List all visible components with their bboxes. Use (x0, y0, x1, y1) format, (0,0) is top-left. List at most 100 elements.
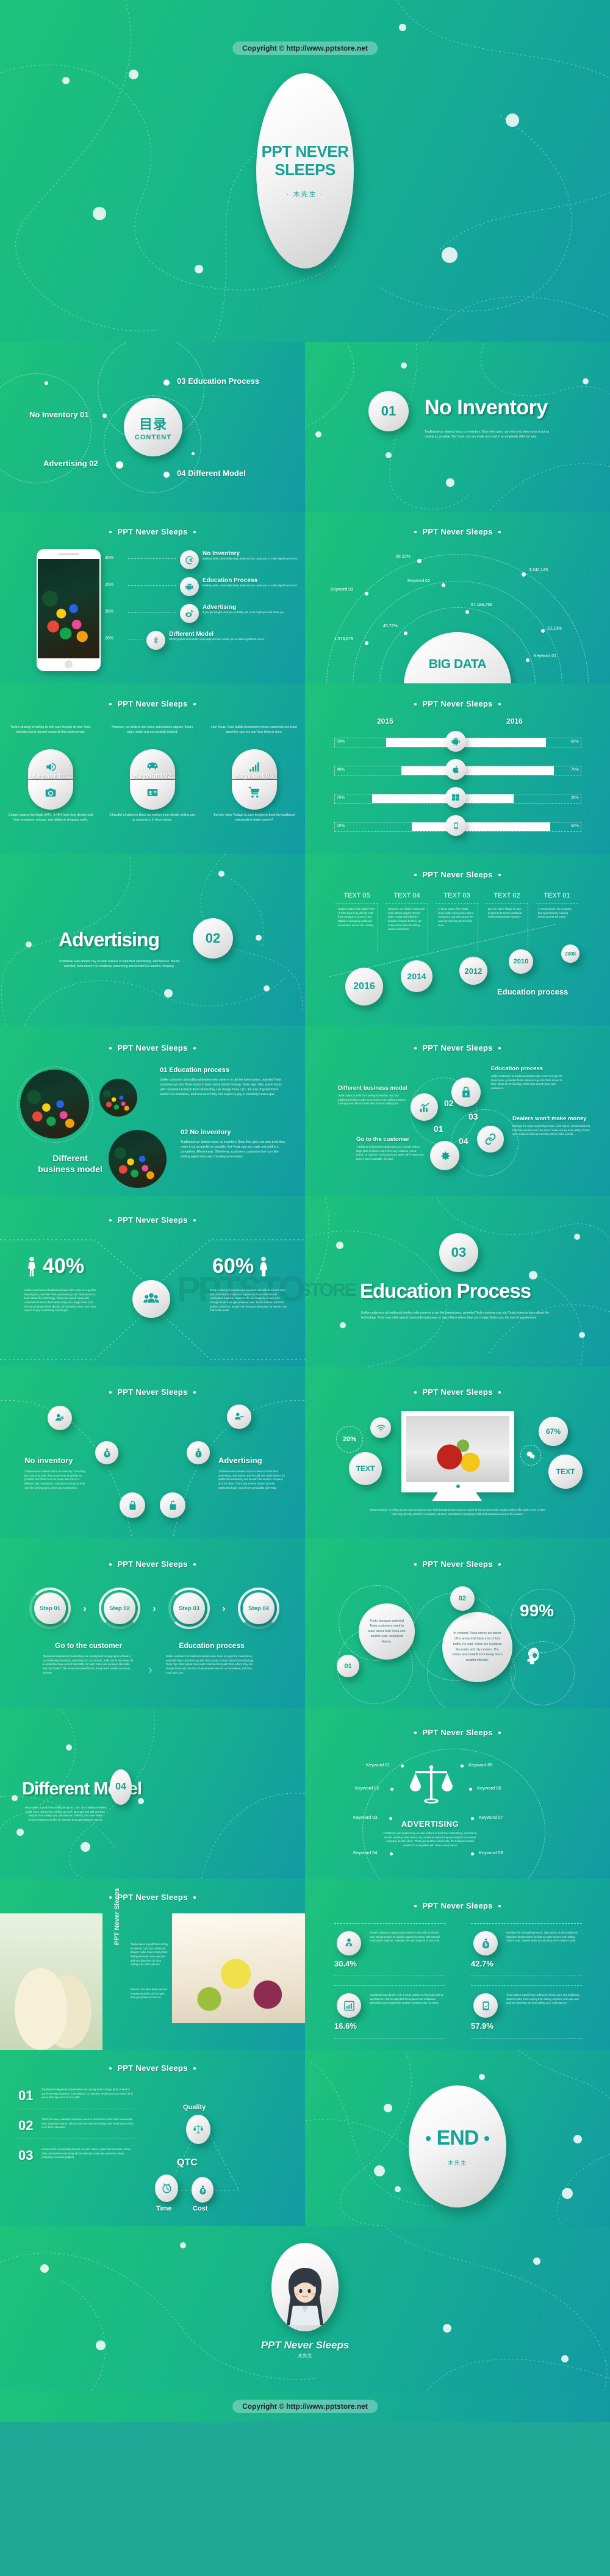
keyword-column[interactable]: However, car dealers and some auto maker… (108, 725, 196, 822)
keyword-column[interactable]: Tesla's strategy of selling its own cars… (7, 725, 95, 822)
cover-author: · 木先生 · (286, 190, 324, 198)
badge-67-percent[interactable]: 67% (539, 1417, 568, 1446)
compare-row[interactable]: 40% 70% (334, 759, 581, 790)
badge-text-right[interactable]: TEXT (548, 1455, 583, 1489)
slide-header-title: PPT Never Sleeps (422, 1560, 493, 1569)
timeline-year[interactable]: 2012 (459, 957, 487, 985)
slide-row-4: Advertising 02 Traditional auto dealers … (0, 854, 610, 1025)
bullet-dot (193, 1563, 196, 1566)
monitor-stand (432, 1492, 482, 1501)
timeline-column[interactable]: TEXT 02 But why does Tillage to such len… (482, 892, 532, 952)
timeline-year[interactable]: 2016 (345, 968, 383, 1006)
badge-text-left[interactable]: TEXT (349, 1452, 382, 1485)
arc-guides (0, 1400, 305, 1538)
phone-list-item[interactable]: 20% Different Model Working while chroni… (105, 631, 300, 650)
business-model-block[interactable]: 02 No inventory Traditional car dealers … (181, 1129, 285, 1159)
phone-list-slide: PPT Never Sleeps 30% No Inventory Workin… (0, 513, 305, 683)
qtc-list-item[interactable]: 03 Centers and conveniently located, he … (18, 2148, 134, 2164)
business-model-block[interactable]: 01 Education process Unlike customers at… (160, 1067, 282, 1097)
scales-keyword-left: Keyword 03 (353, 1815, 378, 1820)
bullet-dot (425, 2135, 431, 2141)
bullet-dot (498, 530, 501, 533)
stat-cell[interactable]: 42.7% Perhaps the compelling reason, sai… (471, 1923, 582, 1976)
qtc-list-item[interactable]: 01 Traditional independent dealerships a… (18, 2088, 134, 2109)
toc-item-different-model[interactable]: 04 Different Model (177, 469, 246, 478)
section-title: No Inventory (425, 396, 548, 419)
scales-keyword-right: Keyword 08 (479, 1850, 503, 1855)
block-number: 01 (160, 1067, 168, 1074)
toc-item-education-process[interactable]: 03 Education Process (177, 376, 259, 386)
bubble-2[interactable]: In contrast, Tesla stores are better off… (442, 1612, 512, 1682)
compare-row[interactable]: 70% 20% (334, 787, 581, 818)
timeline-column[interactable]: TEXT 01 In recent years, the company has… (532, 892, 582, 952)
toc-item-advertising[interactable]: Advertising 02 (43, 459, 98, 468)
chevron-right-icon: › (152, 1603, 156, 1614)
toc-item-number: 03 (177, 376, 186, 386)
pinwheel-text-block[interactable]: Education process Unlike customers at tr… (491, 1065, 568, 1091)
steps-right-block[interactable]: Education process Unlike customers at tr… (166, 1641, 257, 1675)
phone-mockup (37, 549, 101, 671)
keyword-top-text: Tesla's strategy of selling its own cars… (10, 725, 92, 734)
bubble-1[interactable]: That's because potential Tesla customers… (359, 1603, 415, 1660)
step-node[interactable]: Step 01 (29, 1588, 71, 1629)
avatar-name: PPT Never Sleeps (260, 2339, 350, 2351)
arc-right-block[interactable]: Advertising Traditional auto dealers rel… (218, 1456, 285, 1490)
badge-20-percent[interactable]: 20% (336, 1426, 363, 1453)
steps-left-block[interactable]: Go to the customer Traditional independe… (43, 1641, 134, 1675)
qtc-list-item[interactable]: 02 That's because potential customers ne… (18, 2118, 134, 2139)
android-icon (180, 577, 199, 596)
business-model-title: Different business model (27, 1153, 113, 1175)
stat-cell[interactable]: 57.9% Tesla makes a profit from selling … (471, 1985, 582, 2038)
timeline-year[interactable]: 2014 (401, 960, 432, 992)
step-node[interactable]: Step 04 (238, 1588, 279, 1629)
bullet-dot (414, 1904, 417, 1907)
monitor-frame (401, 1411, 514, 1492)
slide-header-title: PPT Never Sleeps (117, 527, 188, 536)
block-body: Unlike customers at traditional dealers … (491, 1074, 563, 1090)
watermark: STORE (305, 1280, 357, 1300)
pinwheel-text-block[interactable]: Dealers won't make money Perhaps the mos… (512, 1115, 592, 1137)
arc-left-block[interactable]: No inventory Traditional car dealers foc… (24, 1456, 89, 1490)
timeline-head: TEXT 03 (443, 892, 470, 899)
pinwheel-text-block[interactable]: Go to the customer Traditional independe… (356, 1136, 425, 1162)
weibo-icon (180, 604, 199, 623)
compare-row[interactable]: 20% 50% (334, 815, 581, 846)
timeline-body: Gadget makers like Apple AAPL -0.48% hav… (336, 903, 378, 952)
girl-avatar-icon (287, 2268, 323, 2325)
item-number: 01 (18, 2088, 34, 2103)
bullet-dot (414, 530, 417, 533)
network-decoration (305, 342, 610, 513)
phone-list-item[interactable]: 30% No Inventory Working while chronical… (105, 550, 300, 569)
clock-icon (155, 2175, 178, 2202)
bullet-dot (193, 530, 196, 533)
bullet-dot (414, 702, 417, 705)
pinwheel-text-block[interactable]: Different business model Tesla makes a p… (338, 1085, 408, 1106)
timeline-year[interactable]: 2010 (509, 949, 533, 974)
timeline-year[interactable]: 2008 (561, 944, 580, 963)
item-body: Working while chronically sleep deprived… (203, 557, 298, 560)
phone-list-item[interactable]: 35% Advertising If you get caught, and y… (105, 604, 300, 623)
stat-cell[interactable]: 30.4% Tesla is striving to replace gas-p… (334, 1923, 445, 1976)
stat-cell[interactable]: 16.6% Traditional auto dealers rely on a… (334, 1985, 445, 2038)
bigdata-label: 23.13% (547, 627, 562, 631)
phone-list-item[interactable]: 25% Education Process Working while chro… (105, 577, 300, 596)
photo-smoothie (172, 1913, 305, 2023)
step-node[interactable]: Step 02 (99, 1588, 140, 1629)
compare-row[interactable]: 50% 60% (334, 731, 581, 762)
block-heading: 02 No inventory (181, 1129, 285, 1136)
keyword-column[interactable]: Like Texas, Tesla builds showrooms where… (210, 725, 298, 822)
item-body: Working while chronically sleep deprived… (203, 584, 298, 587)
section-number-badge: 04 (110, 1769, 132, 1805)
year-label: 2008 (565, 951, 576, 957)
businessman-icon (337, 1931, 361, 1955)
photo-fennel (0, 1913, 102, 2050)
timeline-column[interactable]: TEXT 05 Gadget makers like Apple AAPL -0… (332, 892, 382, 952)
section-number-badge: 01 (368, 391, 409, 431)
section-body: Unlike customers at traditional dealers … (361, 1311, 550, 1320)
end-label: END (436, 2126, 479, 2150)
bigdata-label: 3,342,145 (529, 568, 548, 572)
timeline-column[interactable]: TEXT 04 However, car dealers and some au… (382, 892, 432, 952)
toc-item-no-inventory[interactable]: No Inventory 01 (29, 410, 89, 419)
step-node[interactable]: Step 03 (168, 1588, 210, 1629)
business-model-slide: PPT Never Sleeps Different business mode… (0, 1025, 305, 1196)
